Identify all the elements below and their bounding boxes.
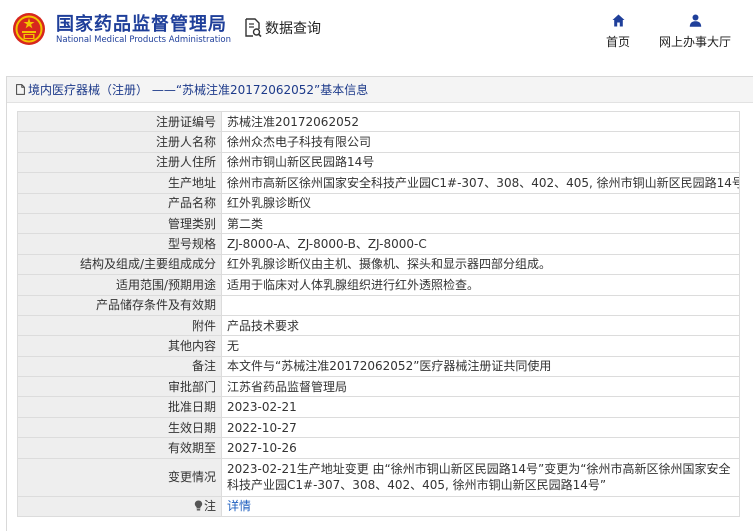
info-row: 有效期至 2027-10-26 xyxy=(17,437,740,459)
field-value: 适用于临床对人体乳腺组织进行红外透照检查。 xyxy=(221,274,740,296)
field-label: 变更情况 xyxy=(17,457,222,497)
info-row: 注册人住所 徐州市铜山新区民园路14号 xyxy=(17,151,740,174)
note-value-cell: 详情 xyxy=(221,495,740,518)
data-query-label: 数据查询 xyxy=(265,21,321,37)
field-label: 产品储存条件及有效期 xyxy=(17,294,222,316)
info-row: 备注 本文件与“苏械注准20172062052”医疗器械注册证共同使用 xyxy=(17,355,740,378)
note-label: 注 xyxy=(203,498,216,513)
field-label: 生效日期 xyxy=(17,416,222,439)
info-row: 生效日期 2022-10-27 xyxy=(17,416,740,439)
data-query-link[interactable]: 数据查询 xyxy=(244,18,321,38)
field-label: 附件 xyxy=(17,314,222,337)
field-value xyxy=(221,294,740,316)
field-label: 管理类别 xyxy=(17,212,222,235)
field-label: 适用范围/预期用途 xyxy=(17,274,222,296)
panel-title: 境内医疗器械（注册） ——“苏械注准20172062052”基本信息 xyxy=(7,77,753,103)
site-header: 国家药品监督管理局 National Medical Products Admi… xyxy=(0,0,753,62)
field-value: 徐州市铜山新区民园路14号 xyxy=(221,151,740,174)
field-value: 苏械注准20172062052 xyxy=(221,110,740,133)
info-row: 其他内容无 xyxy=(17,335,740,357)
field-label: 审批部门 xyxy=(17,376,222,398)
info-row: 批准日期 2023-02-21 xyxy=(17,396,740,418)
field-label: 其他内容 xyxy=(17,335,222,357)
org-name-en[interactable]: National Medical Products Administration xyxy=(56,35,231,45)
info-row: 注册人名称 徐州众杰电子科技有限公司 xyxy=(17,131,740,153)
info-row: 注册证编号 苏械注准20172062052 xyxy=(17,110,740,133)
field-label: 产品名称 xyxy=(17,192,222,214)
info-row: 产品储存条件及有效期 xyxy=(17,294,740,316)
field-value: 无 xyxy=(221,335,740,357)
field-label: 结构及组成/主要组成成分 xyxy=(17,253,222,276)
field-value: 红外乳腺诊断仪由主机、摄像机、探头和显示器四部分组成。 xyxy=(221,253,740,276)
info-row: 附件 产品技术要求 xyxy=(17,314,740,337)
field-value: 2023-02-21 xyxy=(221,396,740,418)
field-value: 徐州众杰电子科技有限公司 xyxy=(221,131,740,153)
field-label: 有效期至 xyxy=(17,437,222,459)
field-label: 生产地址 xyxy=(17,172,222,194)
field-value: 本文件与“苏械注准20172062052”医疗器械注册证共同使用 xyxy=(221,355,740,378)
field-label: 注册人名称 xyxy=(17,131,222,153)
info-row: 型号规格 ZJ-8000-A、ZJ-8000-B、ZJ-8000-C xyxy=(17,233,740,255)
field-label: 批准日期 xyxy=(17,396,222,418)
org-name-cn[interactable]: 国家药品监督管理局 xyxy=(56,10,227,36)
field-label: 注册证编号 xyxy=(17,110,222,133)
field-value: 红外乳腺诊断仪 xyxy=(221,192,740,214)
info-row: 变更情况 2023-02-21生产地址变更 由“徐州市铜山新区民园路14号”变更为… xyxy=(17,457,740,497)
person-icon xyxy=(689,14,701,27)
note-label-cell: 注 xyxy=(17,495,222,518)
info-row: 产品名称 红外乳腺诊断仪 xyxy=(17,192,740,214)
registration-info-table: 注册证编号 苏械注准20172062052 注册人名称 徐州众杰电子科技有限公司 注册人… xyxy=(17,110,740,518)
panel-title-text: 境内医疗器械（注册） ——“苏械注准20172062052”基本信息 xyxy=(28,82,369,97)
document-icon xyxy=(16,84,25,95)
field-value: 产品技术要求 xyxy=(221,314,740,337)
field-value: 2027-10-26 xyxy=(221,437,740,459)
detail-link[interactable]: 详情 xyxy=(227,499,251,513)
info-row: 结构及组成/主要组成成分 红外乳腺诊断仪由主机、摄像机、探头和显示器四部分组成。 xyxy=(17,253,740,276)
nav-online-office[interactable]: 网上办事大厅 xyxy=(659,14,731,50)
field-value: 第二类 xyxy=(221,212,740,235)
document-search-icon xyxy=(245,18,262,38)
info-row: 生产地址 徐州市高新区徐州国家安全科技产业园C1#-307、308、402、405… xyxy=(17,172,740,194)
field-value: ZJ-8000-A、ZJ-8000-B、ZJ-8000-C xyxy=(221,233,740,255)
nav-home-label: 首页 xyxy=(606,35,631,49)
field-value: 徐州市高新区徐州国家安全科技产业园C1#-307、308、402、405, 徐州… xyxy=(221,172,740,194)
nav-online-office-label: 网上办事大厅 xyxy=(659,35,732,49)
field-value: 2023-02-21生产地址变更 由“徐州市铜山新区民园路14号”变更为“徐州市… xyxy=(221,457,740,497)
lightbulb-icon xyxy=(194,500,203,511)
info-row: 适用范围/预期用途 适用于临床对人体乳腺组织进行红外透照检查。 xyxy=(17,274,740,296)
note-row: 注详情 xyxy=(17,495,740,518)
national-emblem-icon xyxy=(13,13,45,45)
field-label: 备注 xyxy=(17,355,222,378)
info-panel: 境内医疗器械（注册） ——“苏械注准20172062052”基本信息 注册证编号… xyxy=(6,76,753,531)
nav-home[interactable]: 首页 xyxy=(606,14,630,50)
field-value: 2022-10-27 xyxy=(221,416,740,439)
field-value: 江苏省药品监督管理局 xyxy=(221,376,740,398)
field-label: 型号规格 xyxy=(17,233,222,255)
info-row: 审批部门 江苏省药品监督管理局 xyxy=(17,376,740,398)
field-label: 注册人住所 xyxy=(17,151,222,174)
info-row: 管理类别 第二类 xyxy=(17,212,740,235)
home-icon xyxy=(612,14,624,27)
